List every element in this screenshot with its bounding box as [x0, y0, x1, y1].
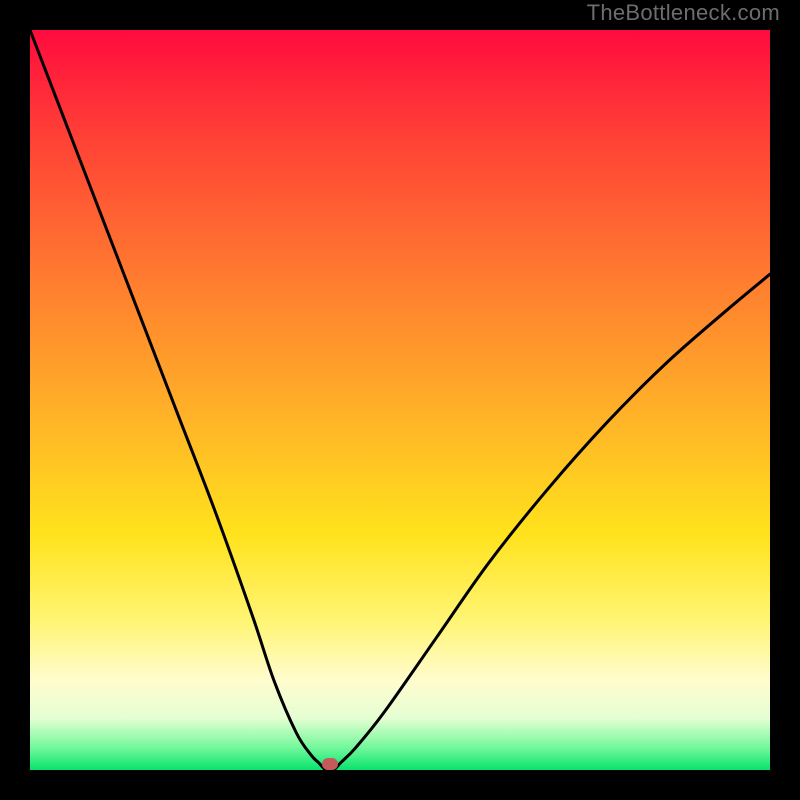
chart-outer-frame: [16, 16, 784, 784]
emphasis-marker: [322, 758, 338, 770]
watermark-text: TheBottleneck.com: [587, 0, 780, 26]
chart-plot-area: [30, 30, 770, 770]
bottleneck-curve: [30, 30, 770, 770]
chart-curve-svg: [30, 30, 770, 770]
